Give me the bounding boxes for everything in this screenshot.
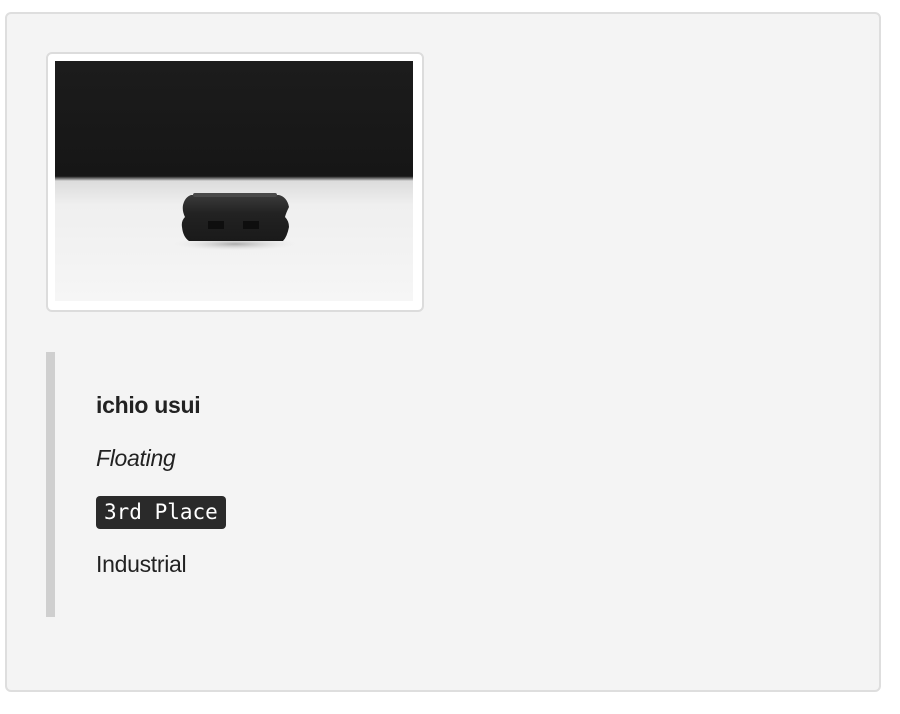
photo-thumbnail[interactable]	[46, 52, 424, 312]
object-slot-right	[243, 221, 259, 229]
floating-object	[181, 195, 289, 241]
object-slot-left	[208, 221, 224, 229]
entry-title: Floating	[96, 445, 176, 471]
product-photo	[55, 61, 413, 301]
entry-panel: ichio usui Floating 3rd Place Industrial	[5, 12, 881, 692]
object-top-edge	[193, 193, 277, 197]
award-badge: 3rd Place	[96, 496, 226, 529]
entry-details: ichio usui Floating 3rd Place Industrial	[46, 352, 446, 617]
entry-category: Industrial	[96, 551, 187, 577]
designer-name: ichio usui	[96, 392, 201, 418]
photo-background	[55, 61, 413, 301]
